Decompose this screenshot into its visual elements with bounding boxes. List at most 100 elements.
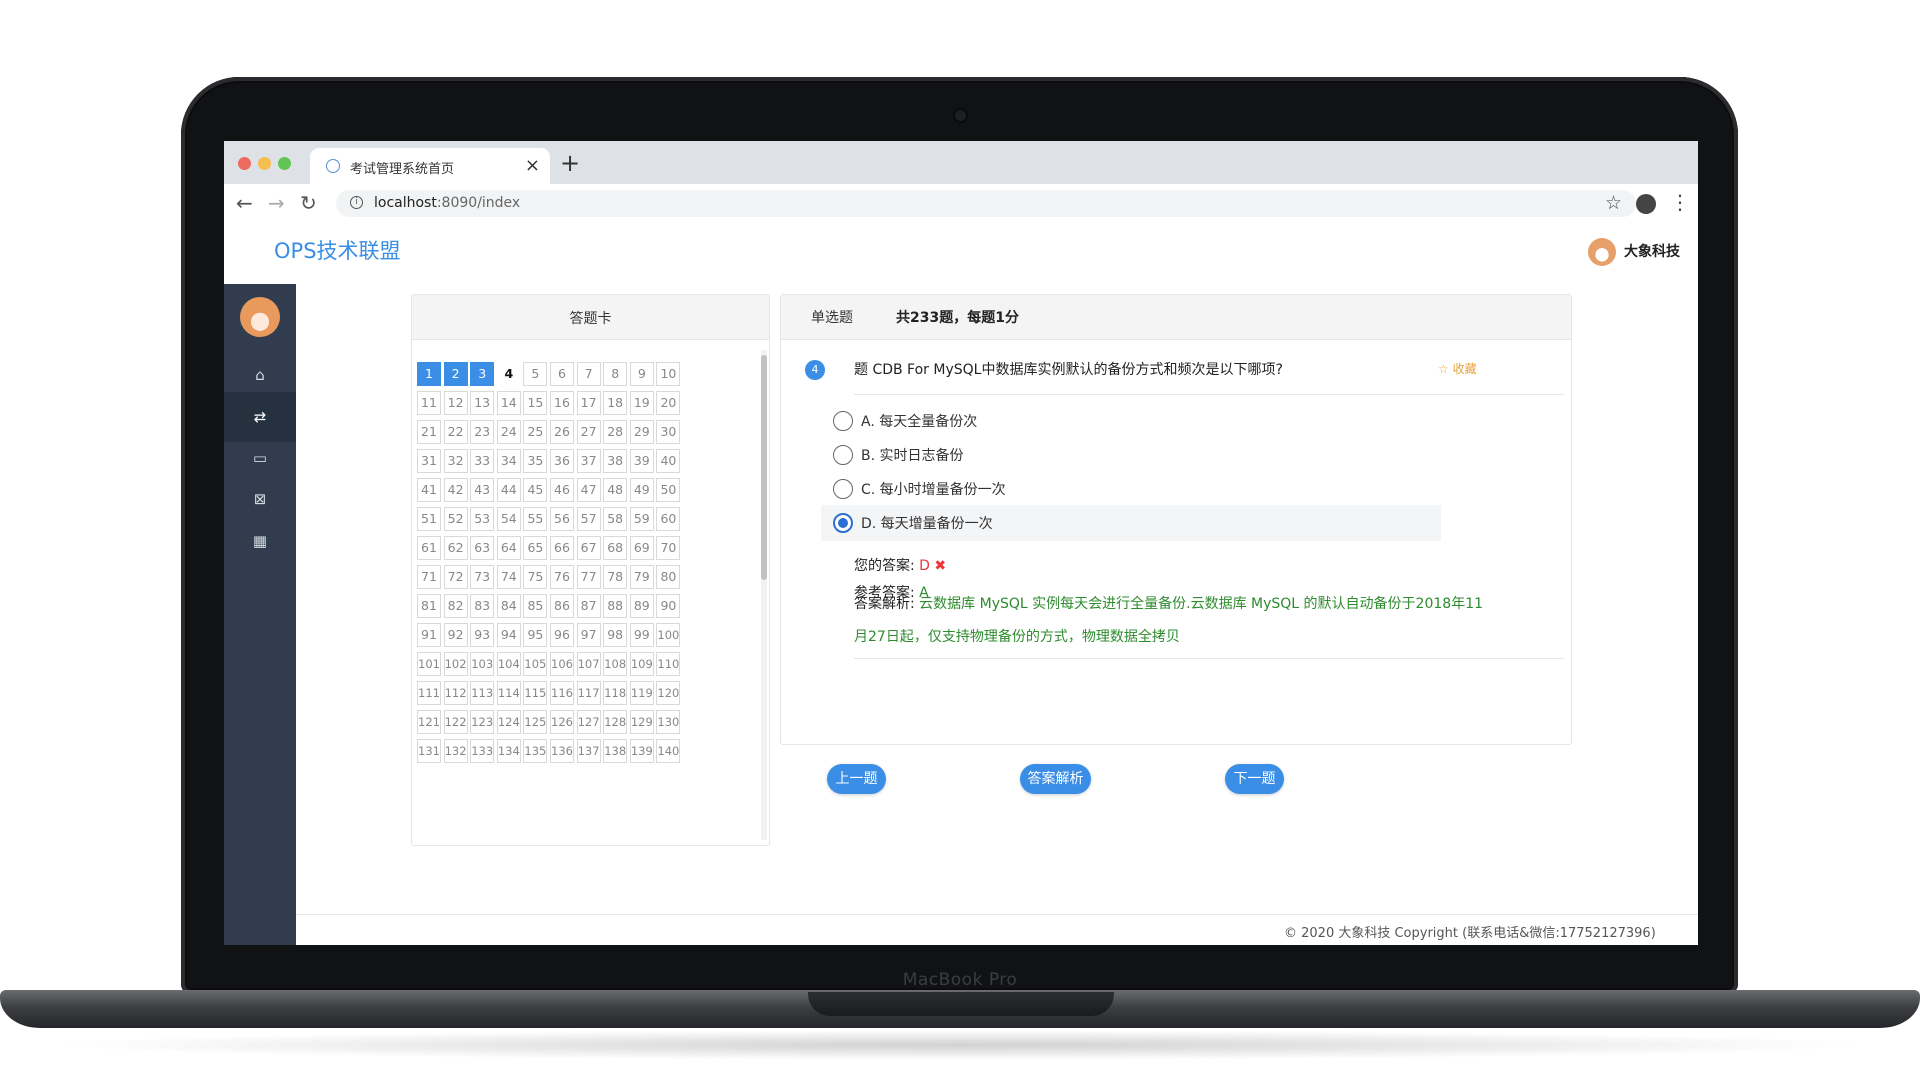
answer-cell-78[interactable]: 78 (603, 565, 628, 589)
answer-cell-131[interactable]: 131 (417, 739, 441, 763)
answer-cell-29[interactable]: 29 (629, 420, 654, 444)
answer-cell-109[interactable]: 109 (629, 652, 654, 676)
answer-cell-53[interactable]: 53 (470, 507, 495, 531)
answer-cell-3[interactable]: 3 (470, 362, 495, 386)
answer-cell-108[interactable]: 108 (603, 652, 628, 676)
answer-cell-49[interactable]: 49 (629, 478, 654, 502)
answer-cell-129[interactable]: 129 (629, 710, 654, 734)
maximize-window-button[interactable] (278, 157, 291, 170)
sidebar-item-table[interactable]: ▦ (224, 516, 296, 566)
radio-a[interactable] (833, 411, 853, 431)
answer-cell-126[interactable]: 126 (550, 710, 574, 734)
answer-cell-95[interactable]: 95 (523, 623, 548, 647)
answer-cell-112[interactable]: 112 (443, 681, 468, 705)
answer-cell-106[interactable]: 106 (550, 652, 574, 676)
answer-cell-100[interactable]: 100 (656, 623, 681, 647)
answer-cell-85[interactable]: 85 (523, 594, 548, 618)
answer-cell-33[interactable]: 33 (470, 449, 495, 473)
answer-cell-76[interactable]: 76 (550, 565, 574, 589)
answer-cell-47[interactable]: 47 (576, 478, 601, 502)
answer-cell-52[interactable]: 52 (443, 507, 468, 531)
forward-arrow-icon[interactable]: → (268, 191, 285, 215)
back-arrow-icon[interactable]: ← (236, 191, 253, 215)
answer-cell-88[interactable]: 88 (603, 594, 628, 618)
answer-cell-19[interactable]: 19 (629, 391, 654, 415)
answer-cell-111[interactable]: 111 (417, 681, 441, 705)
answer-cell-45[interactable]: 45 (523, 478, 548, 502)
answer-cell-104[interactable]: 104 (496, 652, 521, 676)
reload-icon[interactable]: ↻ (300, 191, 317, 215)
answer-cell-98[interactable]: 98 (603, 623, 628, 647)
answer-cell-96[interactable]: 96 (550, 623, 574, 647)
answer-cell-38[interactable]: 38 (603, 449, 628, 473)
info-icon[interactable]: i (350, 196, 363, 209)
answer-cell-60[interactable]: 60 (656, 507, 681, 531)
answer-cell-137[interactable]: 137 (576, 739, 601, 763)
answer-cell-62[interactable]: 62 (443, 536, 468, 560)
option-d[interactable]: D. 每天增量备份一次 (821, 505, 1441, 541)
bookmark-star-icon[interactable]: ☆ (1605, 192, 1622, 214)
answer-cell-54[interactable]: 54 (496, 507, 521, 531)
answer-cell-116[interactable]: 116 (550, 681, 574, 705)
answer-cell-40[interactable]: 40 (656, 449, 681, 473)
answer-cell-114[interactable]: 114 (496, 681, 521, 705)
answer-cell-25[interactable]: 25 (523, 420, 548, 444)
minimize-window-button[interactable] (258, 157, 271, 170)
answer-cell-72[interactable]: 72 (443, 565, 468, 589)
answer-cell-82[interactable]: 82 (443, 594, 468, 618)
answer-cell-102[interactable]: 102 (443, 652, 468, 676)
answer-cell-55[interactable]: 55 (523, 507, 548, 531)
answer-cell-93[interactable]: 93 (470, 623, 495, 647)
answer-cell-30[interactable]: 30 (656, 420, 681, 444)
tab-close-icon[interactable]: × (525, 155, 540, 176)
account-icon[interactable] (1636, 194, 1656, 214)
answer-cell-61[interactable]: 61 (417, 536, 441, 560)
answer-cell-7[interactable]: 7 (576, 362, 601, 386)
answer-cell-43[interactable]: 43 (470, 478, 495, 502)
answer-cell-115[interactable]: 115 (523, 681, 548, 705)
answer-cell-15[interactable]: 15 (523, 391, 548, 415)
answer-cell-27[interactable]: 27 (576, 420, 601, 444)
answer-cell-130[interactable]: 130 (656, 710, 681, 734)
next-question-button[interactable]: 下一题 (1225, 764, 1284, 794)
answer-cell-41[interactable]: 41 (417, 478, 441, 502)
answer-cell-44[interactable]: 44 (496, 478, 521, 502)
answer-cell-59[interactable]: 59 (629, 507, 654, 531)
answer-cell-8[interactable]: 8 (603, 362, 628, 386)
answer-cell-86[interactable]: 86 (550, 594, 574, 618)
answer-cell-12[interactable]: 12 (443, 391, 468, 415)
answer-cell-73[interactable]: 73 (470, 565, 495, 589)
user-name[interactable]: 大象科技 (1624, 241, 1680, 261)
browser-tab[interactable]: 考试管理系统首页 × (310, 148, 550, 184)
answer-cell-81[interactable]: 81 (417, 594, 441, 618)
answer-cell-134[interactable]: 134 (496, 739, 521, 763)
answer-cell-13[interactable]: 13 (470, 391, 495, 415)
answer-cell-119[interactable]: 119 (629, 681, 654, 705)
answer-cell-90[interactable]: 90 (656, 594, 681, 618)
answer-cell-138[interactable]: 138 (603, 739, 628, 763)
answer-cell-42[interactable]: 42 (443, 478, 468, 502)
answer-cell-64[interactable]: 64 (496, 536, 521, 560)
answer-cell-139[interactable]: 139 (629, 739, 654, 763)
answer-cell-133[interactable]: 133 (470, 739, 495, 763)
prev-question-button[interactable]: 上一题 (827, 764, 886, 794)
answer-cell-123[interactable]: 123 (470, 710, 495, 734)
answer-cell-63[interactable]: 63 (470, 536, 495, 560)
answer-cell-122[interactable]: 122 (443, 710, 468, 734)
answer-cell-135[interactable]: 135 (523, 739, 548, 763)
answer-cell-128[interactable]: 128 (603, 710, 628, 734)
answer-cell-35[interactable]: 35 (523, 449, 548, 473)
answer-cell-22[interactable]: 22 (443, 420, 468, 444)
radio-c[interactable] (833, 479, 853, 499)
answer-cell-117[interactable]: 117 (576, 681, 601, 705)
sidebar-avatar[interactable] (240, 297, 280, 337)
answer-cell-11[interactable]: 11 (417, 391, 441, 415)
answer-cell-24[interactable]: 24 (496, 420, 521, 444)
answer-cell-31[interactable]: 31 (417, 449, 441, 473)
answer-cell-68[interactable]: 68 (603, 536, 628, 560)
favorite-button[interactable]: ☆ 收藏 (1438, 360, 1477, 377)
new-tab-button[interactable]: + (560, 149, 580, 177)
answer-cell-36[interactable]: 36 (550, 449, 574, 473)
answer-cell-136[interactable]: 136 (550, 739, 574, 763)
answer-cell-89[interactable]: 89 (629, 594, 654, 618)
